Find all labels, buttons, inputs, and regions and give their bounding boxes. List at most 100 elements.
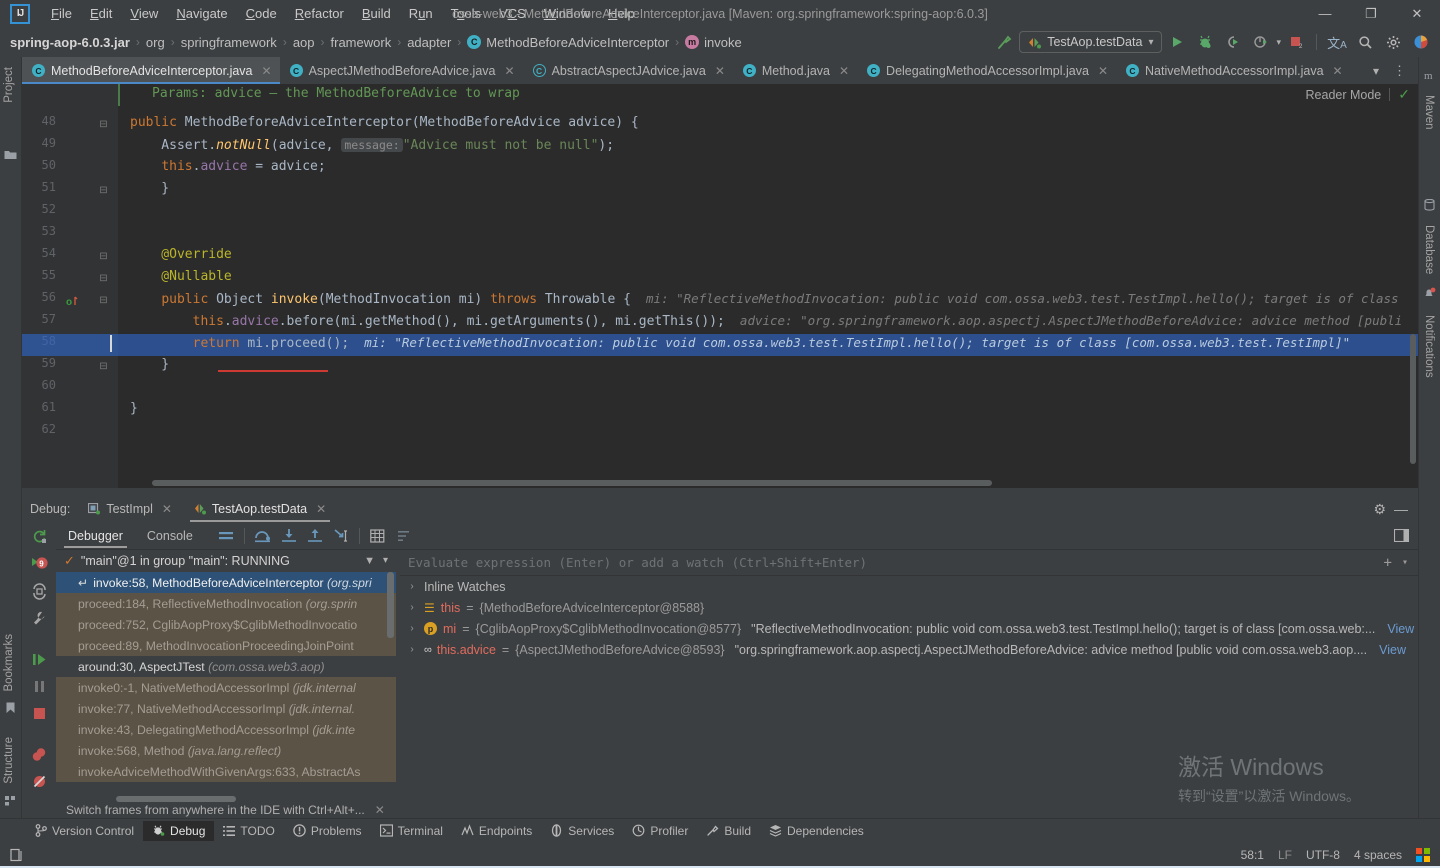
sidebar-item-bookmarks[interactable]: Bookmarks	[3, 628, 15, 698]
search-icon[interactable]	[1352, 30, 1378, 54]
menu-vcs[interactable]: VCS	[490, 3, 535, 24]
stack-frame-row[interactable]: proceed:752, CglibAopProxy$CglibMethodIn…	[56, 614, 396, 635]
chevron-right-icon[interactable]: ›	[406, 581, 418, 592]
account-icon[interactable]	[1408, 30, 1434, 54]
view-value-link[interactable]: View	[1387, 622, 1414, 636]
close-icon[interactable]: ✕	[1098, 64, 1108, 78]
translate-icon[interactable]: 文A	[1324, 30, 1350, 54]
variable-row-inline-watches[interactable]: › Inline Watches	[400, 576, 1418, 597]
run-configuration-selector[interactable]: TestAop.testData ▾	[1019, 31, 1163, 53]
menu-build[interactable]: Build	[353, 3, 400, 24]
sidebar-item-structure[interactable]: Structure	[3, 731, 15, 790]
chevron-right-icon[interactable]: ›	[406, 644, 418, 655]
menu-edit[interactable]: Edit	[81, 3, 121, 24]
menu-refactor[interactable]: Refactor	[286, 3, 353, 24]
more-options-icon[interactable]: ⋮	[1387, 63, 1412, 79]
breadcrumb-item-jar[interactable]: spring-aop-6.0.3.jar	[10, 35, 130, 50]
view-breakpoints-icon[interactable]: 9	[28, 555, 50, 573]
chevron-down-icon[interactable]: ▾	[1276, 37, 1281, 48]
maximize-button[interactable]: ❐	[1348, 0, 1394, 27]
resume-program-icon[interactable]	[28, 651, 50, 668]
sidebar-item-maven[interactable]: Maven	[1423, 89, 1435, 136]
build-hammer-icon[interactable]	[991, 30, 1017, 54]
stack-frame-row[interactable]: invoke0:-1, NativeMethodAccessorImpl (jd…	[56, 677, 396, 698]
menu-window[interactable]: Window	[535, 3, 599, 24]
bottom-item-build[interactable]: Build	[697, 821, 760, 841]
variables-panel[interactable]: Evaluate expression (Enter) or add a wat…	[400, 550, 1418, 826]
editor-tab-delegatingmethodaccessorimpl[interactable]: C DelegatingMethodAccessorImpl.java ✕	[857, 57, 1116, 84]
bottom-item-debug[interactable]: Debug	[143, 820, 215, 841]
tab-debugger[interactable]: Debugger	[56, 525, 135, 548]
editor-horizontal-scrollbar[interactable]	[152, 480, 992, 486]
fold-marker[interactable]: ⊟	[98, 251, 109, 262]
close-icon[interactable]: ✕	[839, 64, 849, 78]
breadcrumb-item-class[interactable]: C MethodBeforeAdviceInterceptor	[467, 35, 669, 50]
bottom-item-version-control[interactable]: Version Control	[26, 821, 143, 841]
run-icon[interactable]	[1164, 30, 1190, 54]
code-line-56[interactable]: public Object invoke(MethodInvocation mi…	[130, 288, 1398, 310]
chevron-right-icon[interactable]: ›	[406, 623, 418, 634]
frames-vertical-scrollbar[interactable]	[387, 572, 394, 638]
run-to-cursor-icon[interactable]	[328, 524, 354, 548]
step-out-icon[interactable]	[302, 524, 328, 548]
close-icon[interactable]: ✕	[505, 64, 515, 78]
stop-icon[interactable]: 2	[1283, 30, 1309, 54]
stack-frame-row[interactable]: proceed:184, ReflectiveMethodInvocation …	[56, 593, 396, 614]
close-icon[interactable]: ✕	[715, 64, 725, 78]
stack-frame-row[interactable]: around:30, AspectJTest (com.ossa.web3.ao…	[56, 656, 396, 677]
stack-frame-row[interactable]: proceed:89, MethodInvocationProceedingJo…	[56, 635, 396, 656]
indent-setting[interactable]: 4 spaces	[1354, 848, 1402, 862]
settings-gear-icon[interactable]	[1380, 30, 1406, 54]
bottom-item-profiler[interactable]: Profiler	[623, 821, 697, 841]
code-line-48[interactable]: public MethodBeforeAdviceInterceptor(Met…	[130, 112, 639, 134]
mute-breakpoints-icon[interactable]	[28, 746, 50, 763]
fold-marker[interactable]: ⊟	[98, 185, 109, 196]
chevron-down-icon[interactable]: ▾	[383, 555, 388, 567]
sidebar-item-notifications[interactable]: Notifications	[1423, 309, 1435, 384]
bottom-item-dependencies[interactable]: Dependencies	[760, 821, 873, 841]
code-editor[interactable]: 48 49 50 51 52 53 54 55 56 57 58 59 60 6…	[22, 84, 1418, 488]
bottom-item-endpoints[interactable]: Endpoints	[452, 821, 541, 841]
bottom-item-terminal[interactable]: Terminal	[371, 821, 452, 841]
variable-row-this-advice[interactable]: › ∞ this.advice = {AspectJMethodBeforeAd…	[400, 639, 1418, 660]
code-line-57[interactable]: this.advice.before(mi.getMethod(), mi.ge…	[130, 310, 1403, 332]
file-encoding[interactable]: UTF-8	[1306, 848, 1340, 862]
variable-row-this[interactable]: › ☰ this = {MethodBeforeAdviceIntercepto…	[400, 597, 1418, 618]
caret-position[interactable]: 58:1	[1241, 848, 1264, 862]
editor-tab-methodbeforeadviceinterceptor[interactable]: C MethodBeforeAdviceInterceptor.java ✕	[22, 57, 280, 84]
menu-navigate[interactable]: Navigate	[167, 3, 236, 24]
stack-frame-row[interactable]: ↵ invoke:58, MethodBeforeAdviceIntercept…	[56, 572, 396, 593]
restore-layout-icon[interactable]	[28, 583, 50, 600]
line-separator[interactable]: LF	[1278, 848, 1292, 862]
code-line-59[interactable]: }	[130, 354, 169, 376]
reader-mode-indicator[interactable]: Reader Mode ✓	[1306, 86, 1410, 103]
menu-code[interactable]: Code	[237, 3, 286, 24]
execution-point-icon[interactable]: o	[66, 295, 78, 308]
close-icon[interactable]: ✕	[316, 502, 326, 516]
bottom-item-services[interactable]: Services	[541, 821, 623, 841]
breadcrumb-item-framework[interactable]: framework	[331, 35, 392, 50]
view-value-link[interactable]: View	[1379, 643, 1406, 657]
tab-console[interactable]: Console	[135, 525, 205, 547]
editor-tab-abstractaspectjadvice[interactable]: C AbstractAspectJAdvice.java ✕	[523, 57, 733, 84]
breadcrumb-item-aop[interactable]: aop	[293, 35, 315, 50]
menu-run[interactable]: Run	[400, 3, 442, 24]
settings-gear-icon[interactable]: ⚙	[1373, 501, 1386, 518]
breadcrumb-item-springframework[interactable]: springframework	[181, 35, 277, 50]
layout-settings-icon[interactable]	[213, 524, 239, 548]
code-line-51[interactable]: }	[130, 178, 169, 200]
editor-tab-nativemethodaccessorimpl[interactable]: C NativeMethodAccessorImpl.java ✕	[1116, 57, 1351, 84]
layout-toggle-icon[interactable]	[1392, 524, 1418, 548]
open-files-icon[interactable]	[10, 848, 24, 862]
menu-help[interactable]: Help	[599, 3, 644, 24]
code-line-61[interactable]: }	[130, 398, 138, 420]
menu-tools[interactable]: Tools	[442, 3, 490, 24]
editor-tab-method[interactable]: C Method.java ✕	[733, 57, 857, 84]
stack-frame-row[interactable]: invoke:568, Method (java.lang.reflect)	[56, 740, 396, 761]
no-breakpoints-icon[interactable]	[28, 773, 50, 790]
add-watch-icon[interactable]: +	[1384, 555, 1392, 571]
code-line-58[interactable]: return mi.proceed(); mi: "ReflectiveMeth…	[130, 332, 1350, 354]
sidebar-item-project[interactable]: Project	[3, 61, 15, 109]
step-over-icon[interactable]	[250, 524, 276, 548]
code-content[interactable]: Params: advice – the MethodBeforeAdvice …	[22, 84, 1418, 488]
